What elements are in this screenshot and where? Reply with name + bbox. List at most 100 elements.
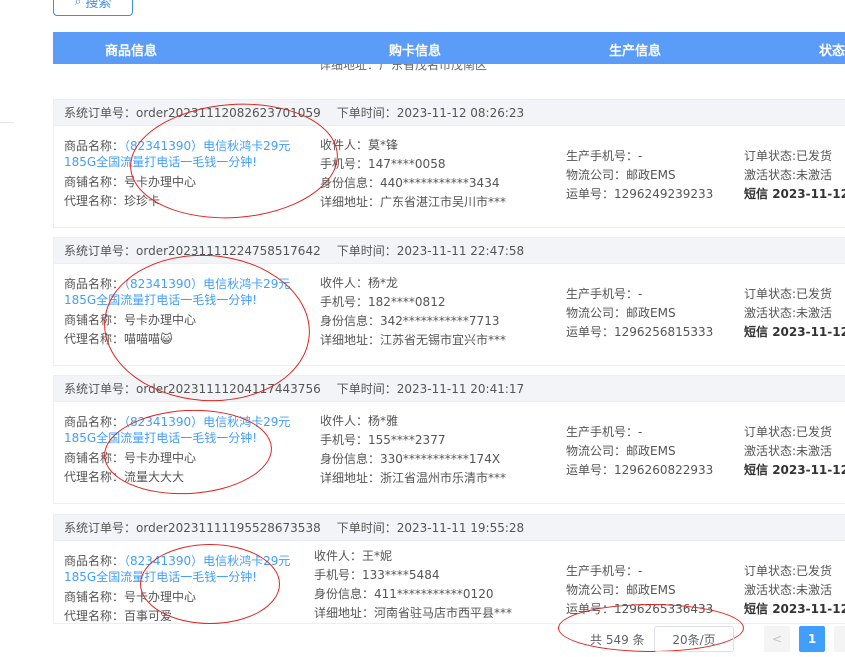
pagination-total: 共 549 条 — [590, 632, 645, 647]
shop-name: 号卡办理中心 — [124, 313, 197, 327]
shop-name: 号卡办理中心 — [124, 590, 197, 604]
tracking-number: 1296260822933 — [614, 463, 714, 477]
sidebar-divider — [0, 122, 14, 123]
order-header: 系统订单号：order20231111195528673538 下单时间：202… — [54, 515, 845, 541]
order-number: order20231111204117443756 — [136, 382, 321, 396]
sms-label: 短信 — [744, 187, 769, 201]
agent-name: 流量大大大 — [124, 470, 185, 484]
agent-name: 珍珍卡 — [124, 194, 161, 208]
product-info: 商品名称：（82341390）电信秋鸿卡29元185G全国流量打电话一毛钱一分钟… — [64, 139, 291, 208]
order-row: 系统订单号：order20231111224758517642 下单时间：202… — [53, 237, 845, 366]
previous-row-fragment: 详细地址：广东省茂名市茂南区 — [319, 64, 488, 72]
phone-number: 147****0058 — [368, 157, 446, 171]
column-header-product: 商品信息 — [105, 44, 158, 59]
order-number: order20231112082623701059 — [136, 106, 321, 120]
production-info: 生产手机号：- 物流公司：邮政EMS 运单号：1296256815333 — [566, 287, 714, 339]
status-info: 订单状态:已发货 激活状态:未激活 短信 2023-11-12 — [744, 285, 845, 342]
address: 浙江省温州市乐清市*** — [380, 471, 507, 485]
product-info: 商品名称：（82341390）电信秋鸿卡29元185G全国流量打电话一毛钱一分钟… — [64, 554, 291, 623]
buyer-info: 收件人：杨*龙 手机号：182****0812 身份信息：342********… — [320, 276, 507, 347]
pagination: 共 549 条 20条/页 < 1 — [590, 626, 845, 652]
sms-label: 短信 — [744, 463, 769, 477]
order-header: 系统订单号：order20231111224758517642 下单时间：202… — [54, 238, 845, 264]
status-info: 订单状态:已发货 激活状态:未激活 短信 2023-11-12 — [744, 562, 845, 619]
buyer-info: 收件人：王*妮 手机号：133****5484 身份信息：411********… — [314, 549, 513, 620]
page-1-button[interactable]: 1 — [799, 626, 825, 652]
id-number: 411***********0120 — [374, 587, 494, 601]
buyer-info: 收件人：莫*锋 手机号：147****0058 身份信息：440********… — [320, 138, 507, 209]
production-info: 生产手机号：- 物流公司：邮政EMS 运单号：1296260822933 — [566, 425, 714, 477]
search-button-label: 搜索 — [85, 0, 112, 11]
order-status: 已发货 — [796, 287, 833, 301]
sms-label: 短信 — [744, 602, 769, 616]
activation-status: 未激活 — [796, 444, 833, 458]
agent-name: 喵喵喵😺 — [124, 332, 173, 346]
tracking-number: 1296249239233 — [614, 187, 714, 201]
production-info: 生产手机号：- 物流公司：邮政EMS 运单号：1296265336433 — [566, 564, 714, 616]
address: 河南省驻马店市西平县*** — [374, 606, 513, 620]
column-header-purchase: 购卡信息 — [389, 44, 442, 59]
sms-date: 2023-11-12 — [772, 187, 845, 201]
next-page-button[interactable] — [834, 626, 845, 652]
order-body: 商品名称：（82341390）电信秋鸿卡29元185G全国流量打电话一毛钱一分钟… — [54, 264, 845, 365]
order-row: 系统订单号：order20231111204117443756 下单时间：202… — [53, 375, 845, 504]
receiver-name: 莫*锋 — [368, 138, 399, 152]
tracking-number: 1296256815333 — [614, 325, 714, 339]
sms-date: 2023-11-12 — [772, 325, 845, 339]
search-icon: ⌕ — [74, 0, 82, 8]
activation-status: 未激活 — [796, 583, 833, 597]
id-number: 330***********174X — [380, 452, 501, 466]
shop-name: 号卡办理中心 — [124, 175, 197, 189]
order-number: order20231111195528673538 — [136, 521, 321, 535]
order-status: 已发货 — [796, 564, 833, 578]
logistics-company: 邮政EMS — [626, 444, 676, 458]
logistics-company: 邮政EMS — [626, 306, 676, 320]
address: 广东省湛江市吴川市*** — [380, 195, 507, 209]
status-info: 订单状态:已发货 激活状态:未激活 短信 2023-11-12 — [744, 423, 845, 480]
production-info: 生产手机号：- 物流公司：邮政EMS 运单号：1296249239233 — [566, 149, 714, 201]
id-number: 342***********7713 — [380, 314, 500, 328]
column-header-production: 生产信息 — [609, 44, 662, 59]
activation-status: 未激活 — [796, 306, 833, 320]
buyer-info: 收件人：杨*雅 手机号：155****2377 身份信息：330********… — [320, 414, 507, 485]
order-header: 系统订单号：order20231112082623701059 下单时间：202… — [54, 100, 845, 126]
receiver-name: 杨*雅 — [368, 414, 399, 428]
sms-label: 短信 — [744, 325, 769, 339]
order-body: 商品名称：（82341390）电信秋鸿卡29元185G全国流量打电话一毛钱一分钟… — [54, 541, 845, 623]
order-time: 2023-11-11 20:41:17 — [396, 382, 525, 396]
product-info: 商品名称：（82341390）电信秋鸿卡29元185G全国流量打电话一毛钱一分钟… — [64, 415, 291, 484]
order-header: 系统订单号：order20231111204117443756 下单时间：202… — [54, 376, 845, 402]
order-status: 已发货 — [796, 149, 833, 163]
order-time: 2023-11-11 22:47:58 — [396, 244, 525, 258]
receiver-name: 杨*龙 — [368, 276, 399, 290]
order-row: 系统订单号：order20231111195528673538 下单时间：202… — [53, 514, 845, 624]
phone-number: 155****2377 — [368, 433, 446, 447]
address: 江苏省无锡市宜兴市*** — [380, 333, 507, 347]
activation-status: 未激活 — [796, 168, 833, 182]
phone-number: 133****5484 — [362, 568, 440, 582]
table-header: 商品信息 购卡信息 生产信息 状态 — [53, 32, 845, 64]
prev-page-button[interactable]: < — [764, 626, 790, 652]
page-size-select[interactable]: 20条/页 — [654, 626, 734, 652]
order-number: order20231111224758517642 — [136, 244, 321, 258]
sms-date: 2023-11-12 — [772, 463, 845, 477]
agent-name: 百事可爱 — [124, 609, 173, 623]
logistics-company: 邮政EMS — [626, 583, 676, 597]
sms-date: 2023-11-12 — [772, 602, 845, 616]
order-body: 商品名称：（82341390）电信秋鸿卡29元185G全国流量打电话一毛钱一分钟… — [54, 402, 845, 503]
logistics-company: 邮政EMS — [626, 168, 676, 182]
search-button[interactable]: ⌕ 搜索 — [53, 0, 133, 16]
receiver-name: 王*妮 — [362, 549, 393, 563]
chevron-left-icon: < — [771, 632, 783, 646]
product-info: 商品名称：（82341390）电信秋鸿卡29元185G全国流量打电话一毛钱一分钟… — [64, 277, 291, 346]
column-header-status: 状态 — [819, 44, 845, 59]
shop-name: 号卡办理中心 — [124, 451, 197, 465]
status-info: 订单状态:已发货 激活状态:未激活 短信 2023-11-12 — [744, 147, 845, 204]
order-time: 2023-11-12 08:26:23 — [396, 106, 525, 120]
order-row: 系统订单号：order20231112082623701059 下单时间：202… — [53, 99, 845, 228]
order-time: 2023-11-11 19:55:28 — [396, 521, 525, 535]
tracking-number: 1296265336433 — [614, 602, 714, 616]
id-number: 440***********3434 — [380, 176, 500, 190]
phone-number: 182****0812 — [368, 295, 446, 309]
order-status: 已发货 — [796, 425, 833, 439]
